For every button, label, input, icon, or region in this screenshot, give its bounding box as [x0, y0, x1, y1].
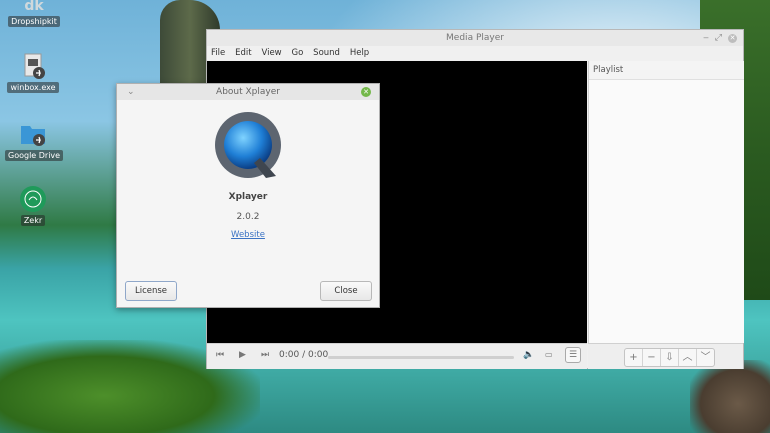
zekr-app-icon [19, 185, 47, 213]
playlist-button-group: + − ⇩ ︿ ﹀ [624, 348, 715, 367]
previous-icon[interactable]: ⏮ [216, 350, 224, 360]
dialog-title: About Xplayer [216, 87, 280, 97]
desktop-icon-winbox[interactable]: winbox.exe [5, 52, 61, 93]
desktop-icon-label: Zekr [20, 215, 46, 226]
dialog-titlebar[interactable]: ⌄ About Xplayer ✕ [117, 84, 379, 100]
desktop-icon-google-drive[interactable]: Google Drive [5, 120, 64, 161]
menu-go[interactable]: Go [292, 48, 304, 58]
remove-icon[interactable]: − [643, 349, 661, 366]
wallpaper-rocks [690, 360, 770, 433]
google-drive-folder-icon [19, 120, 47, 148]
desktop-icon-dropshipkit[interactable]: dk Dropshipkit [6, 0, 62, 27]
desktop-icon-label: Dropshipkit [8, 16, 60, 27]
dropshipkit-icon: dk [24, 0, 44, 14]
license-button[interactable]: License [125, 281, 177, 301]
save-icon[interactable]: ⇩ [661, 349, 679, 366]
playback-controls: ⏮ ▶ ⏭ 0:00 / 0:00 🔈 ▭ ☰ [207, 343, 587, 369]
player-titlebar[interactable]: Media Player ‒⤢ ✕ [207, 30, 743, 46]
menu-bar: File Edit View Go Sound Help [207, 46, 743, 60]
chevron-down-icon[interactable]: ⌄ [127, 84, 135, 100]
app-version: 2.0.2 [236, 212, 260, 222]
time-display: 0:00 / 0:00 [279, 350, 329, 360]
about-dialog: ⌄ About Xplayer ✕ Xplayer 2.0.2 Website … [116, 83, 380, 308]
seek-bar[interactable] [328, 356, 514, 359]
add-icon[interactable]: + [625, 349, 643, 366]
desktop-icon-label: Google Drive [5, 150, 64, 161]
playlist-header: Playlist [589, 61, 744, 80]
winbox-file-icon [19, 52, 47, 80]
next-icon[interactable]: ⏭ [261, 350, 269, 360]
website-link[interactable]: Website [117, 230, 379, 240]
desktop-icon-zekr[interactable]: Zekr [5, 185, 61, 226]
close-icon[interactable]: ✕ [361, 87, 371, 97]
move-down-icon[interactable]: ﹀ [697, 349, 714, 366]
window-controls: ‒⤢ ✕ [703, 30, 737, 46]
move-up-icon[interactable]: ︿ [679, 349, 697, 366]
close-icon[interactable]: ✕ [728, 34, 737, 43]
playlist-toolbar: + − ⇩ ︿ ﹀ [588, 343, 743, 369]
menu-edit[interactable]: Edit [235, 48, 251, 58]
menu-help[interactable]: Help [350, 48, 369, 58]
minimize-icon[interactable]: ‒ [703, 33, 715, 43]
menu-sound[interactable]: Sound [313, 48, 340, 58]
playlist-panel: Playlist [588, 61, 744, 343]
close-button[interactable]: Close [320, 281, 372, 301]
playlist-toggle-icon[interactable]: ☰ [565, 347, 581, 363]
menu-file[interactable]: File [211, 48, 225, 58]
maximize-icon[interactable]: ⤢ [715, 33, 728, 43]
subtitles-icon[interactable]: ▭ [545, 350, 553, 359]
window-title: Media Player [446, 33, 504, 43]
menu-view[interactable]: View [261, 48, 281, 58]
volume-icon[interactable]: 🔈 [523, 350, 534, 360]
app-name: Xplayer [228, 192, 268, 202]
desktop-icon-label: winbox.exe [7, 82, 59, 93]
xplayer-logo-icon [214, 112, 284, 182]
play-icon[interactable]: ▶ [239, 350, 246, 360]
